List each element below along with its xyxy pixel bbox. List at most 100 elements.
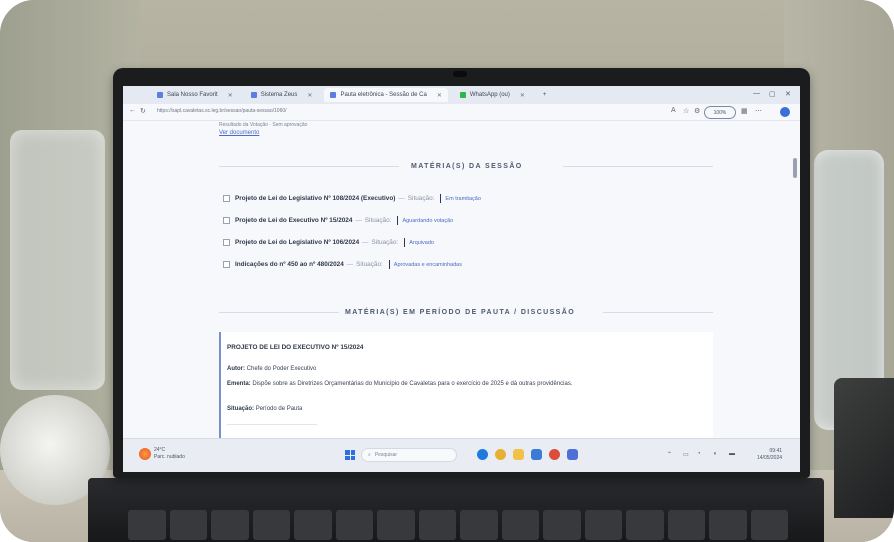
profile-avatar[interactable] bbox=[780, 107, 790, 117]
list-item[interactable]: Projeto de Lei do Executivo Nº 15/2024 —… bbox=[223, 216, 453, 225]
maximize-icon[interactable]: ▢ bbox=[769, 90, 776, 98]
key bbox=[460, 510, 498, 540]
close-icon[interactable]: ✕ bbox=[228, 92, 233, 99]
close-icon[interactable]: ✕ bbox=[520, 92, 525, 99]
status-label: Situação: bbox=[371, 239, 399, 246]
divider bbox=[563, 166, 713, 167]
taskbar-search[interactable]: ⌕ Pesquisar bbox=[361, 448, 457, 462]
section-title: MATÉRIA(S) DA SESSÃO bbox=[411, 163, 523, 170]
author-line: Autor: Chefe do Poder Executivo bbox=[227, 366, 316, 372]
tab-label: Pauta eletrônica - Sessão de Ca bbox=[340, 92, 427, 98]
scrollbar-thumb[interactable] bbox=[793, 158, 797, 178]
checkbox[interactable] bbox=[223, 239, 230, 246]
separator: — bbox=[362, 239, 369, 246]
checkbox[interactable] bbox=[223, 195, 230, 202]
previous-item-summary: Resultado da Votação · Sem aprovação bbox=[219, 122, 308, 128]
item-title[interactable]: Projeto de Lei do Legislativo Nº 106/202… bbox=[235, 239, 359, 246]
collections-icon[interactable]: ▦ bbox=[741, 107, 748, 115]
search-placeholder: Pesquisar bbox=[374, 452, 398, 458]
store-icon[interactable] bbox=[531, 449, 542, 460]
back-icon[interactable]: ← bbox=[129, 107, 136, 114]
tab-favicon-icon bbox=[157, 92, 163, 98]
volume-icon[interactable]: ◖ bbox=[713, 451, 717, 457]
chrome-icon[interactable] bbox=[495, 449, 506, 460]
key bbox=[750, 510, 788, 540]
tab-label: WhatsApp (ou) bbox=[469, 92, 510, 98]
wifi-icon[interactable]: ◔ bbox=[697, 451, 701, 457]
key bbox=[128, 510, 166, 540]
status-line: Situação: Período de Pauta bbox=[227, 406, 302, 412]
item-title[interactable]: Projeto de Lei do Legislativo Nº 108/202… bbox=[235, 195, 395, 202]
browser-tab[interactable]: Sala Nosso Favorit ✕ bbox=[151, 88, 239, 102]
weather-widget[interactable]: 24°C Parc. nublado bbox=[154, 447, 185, 461]
laptop-bezel: Sala Nosso Favorit ✕ Sistema Zeus ✕ Paut… bbox=[113, 68, 810, 478]
app-icon[interactable] bbox=[549, 449, 560, 460]
minimize-icon[interactable]: — bbox=[753, 90, 760, 97]
list-item[interactable]: Projeto de Lei do Legislativo Nº 108/202… bbox=[223, 194, 481, 203]
status-value: Aguardando votação bbox=[402, 217, 454, 224]
browser-tab-active[interactable]: Pauta eletrônica - Sessão de Ca ✕ bbox=[324, 88, 448, 102]
key bbox=[211, 510, 249, 540]
separator: — bbox=[355, 217, 362, 224]
address-bar: ← ↻ https://sapl.cavaletas.sc.leg.br/ses… bbox=[123, 104, 800, 121]
tray-chevron-icon[interactable]: ⌃ bbox=[667, 451, 672, 458]
key bbox=[377, 510, 415, 540]
file-explorer-icon[interactable] bbox=[513, 449, 524, 460]
status-value: Em tramitação bbox=[445, 195, 481, 202]
item-title[interactable]: Projeto de Lei do Executivo Nº 15/2024 bbox=[235, 217, 352, 224]
browser-tabbar: Sala Nosso Favorit ✕ Sistema Zeus ✕ Paut… bbox=[123, 86, 800, 104]
new-tab-button[interactable]: + bbox=[537, 88, 553, 102]
windows-taskbar: 24°C Parc. nublado ⌕ Pesquisar ⌃ ▭ ◔ ◖ ▬ bbox=[123, 438, 800, 472]
agenda-card: PROJETO DE LEI DO EXECUTIVO Nº 15/2024 A… bbox=[219, 332, 713, 438]
status-value: Aprovadas e encaminhadas bbox=[393, 261, 462, 268]
previous-item-link[interactable]: Ver documento bbox=[219, 130, 259, 136]
laptop-screen: Sala Nosso Favorit ✕ Sistema Zeus ✕ Paut… bbox=[123, 86, 800, 472]
checkbox[interactable] bbox=[223, 217, 230, 224]
more-icon[interactable]: ⋯ bbox=[755, 107, 762, 115]
divider-bar bbox=[397, 216, 399, 225]
clock-time: 09:41 bbox=[769, 448, 783, 454]
tab-label: Sistema Zeus bbox=[260, 92, 298, 98]
summary-label: Ementa: bbox=[227, 381, 251, 387]
summary-value: Dispõe sobre as Diretrizes Orçamentárias… bbox=[252, 381, 573, 387]
battery-icon[interactable]: ▬ bbox=[729, 451, 735, 457]
status-value: Arquivado bbox=[409, 239, 434, 246]
key bbox=[169, 510, 207, 540]
divider bbox=[219, 166, 399, 167]
browser-tab[interactable]: Sistema Zeus ✕ bbox=[245, 88, 319, 102]
edge-icon[interactable] bbox=[477, 449, 488, 460]
item-title[interactable]: Indicações do nº 450 ao nº 480/2024 bbox=[235, 261, 344, 268]
browser-tab[interactable]: WhatsApp (ou) ✕ bbox=[454, 88, 531, 102]
webcam bbox=[453, 71, 467, 77]
weather-icon[interactable] bbox=[139, 448, 151, 460]
divider-bar bbox=[404, 238, 406, 247]
checkbox[interactable] bbox=[223, 261, 230, 268]
close-icon[interactable]: ✕ bbox=[437, 92, 442, 99]
read-aloud-icon[interactable]: A bbox=[671, 107, 676, 114]
app-icon[interactable] bbox=[567, 449, 578, 460]
clock-date: 14/05/2024 bbox=[757, 455, 783, 461]
list-item[interactable]: Projeto de Lei do Legislativo Nº 106/202… bbox=[223, 238, 434, 247]
list-item[interactable]: Indicações do nº 450 ao nº 480/2024 — Si… bbox=[223, 260, 462, 269]
start-icon[interactable] bbox=[345, 450, 355, 460]
key bbox=[709, 510, 747, 540]
taskbar-clock[interactable]: 09:41 14/05/2024 bbox=[757, 448, 782, 462]
extensions-icon[interactable]: ⚙ bbox=[694, 107, 700, 115]
key bbox=[294, 510, 332, 540]
display-icon[interactable]: ▭ bbox=[683, 451, 689, 458]
tab-favicon-icon bbox=[330, 92, 337, 98]
status-value: Período de Pauta bbox=[255, 406, 303, 412]
zoom-indicator[interactable]: 100% bbox=[704, 106, 736, 119]
weather-desc: Parc. nublado bbox=[154, 454, 185, 460]
card-title[interactable]: PROJETO DE LEI DO EXECUTIVO Nº 15/2024 bbox=[227, 344, 363, 351]
url-field[interactable]: https://sapl.cavaletas.sc.leg.br/sessao/… bbox=[157, 108, 287, 114]
water-glass bbox=[10, 130, 105, 390]
separator: — bbox=[398, 195, 405, 202]
favorite-icon[interactable]: ☆ bbox=[683, 107, 689, 115]
close-icon[interactable]: ✕ bbox=[307, 92, 312, 99]
tab-favicon-icon bbox=[250, 92, 257, 98]
reload-icon[interactable]: ↻ bbox=[140, 107, 146, 115]
close-window-icon[interactable]: ✕ bbox=[785, 90, 791, 98]
search-icon: ⌕ bbox=[368, 452, 371, 458]
status-label: Situação: bbox=[356, 261, 383, 268]
